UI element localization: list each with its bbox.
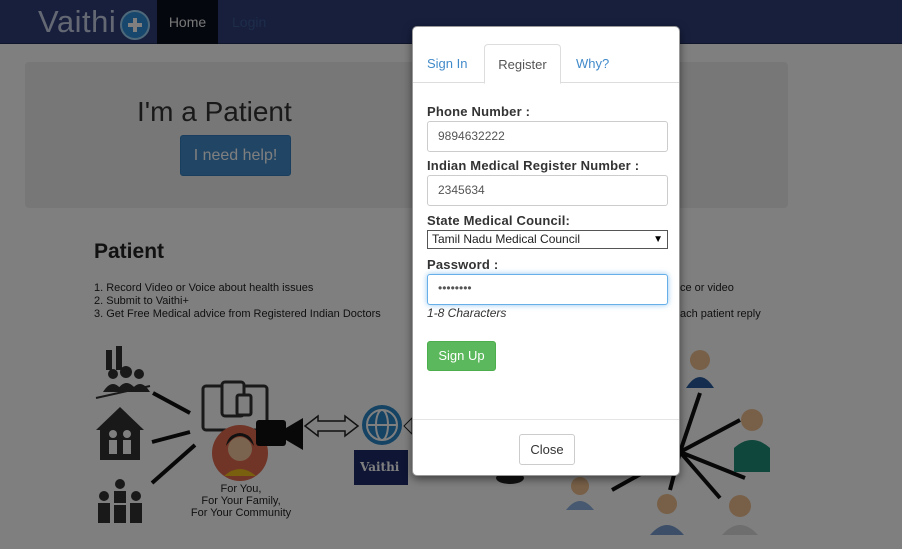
register-modal: Sign In Register Why? Phone Number : 989… xyxy=(412,26,680,476)
council-select-value: Tamil Nadu Medical Council xyxy=(432,232,581,246)
register-number-input[interactable]: 2345634 xyxy=(427,175,668,206)
tab-sign-in[interactable]: Sign In xyxy=(427,44,467,83)
password-label: Password : xyxy=(427,257,499,272)
tab-register[interactable]: Register xyxy=(484,44,561,84)
modal-tabs: Sign In Register Why? xyxy=(413,44,679,84)
modal-footer-divider xyxy=(413,419,679,420)
phone-input[interactable]: 9894632222 xyxy=(427,121,668,152)
tab-why[interactable]: Why? xyxy=(576,44,609,83)
council-label: State Medical Council: xyxy=(427,213,571,228)
phone-label: Phone Number : xyxy=(427,104,531,119)
sign-up-button[interactable]: Sign Up xyxy=(427,341,496,371)
close-button[interactable]: Close xyxy=(519,434,575,465)
dropdown-arrow-icon: ▼ xyxy=(653,234,663,245)
council-select[interactable]: Tamil Nadu Medical Council ▼ xyxy=(427,230,668,249)
password-input[interactable]: •••••••• xyxy=(427,274,668,305)
register-number-label: Indian Medical Register Number : xyxy=(427,158,640,173)
password-hint: 1-8 Characters xyxy=(427,306,507,320)
